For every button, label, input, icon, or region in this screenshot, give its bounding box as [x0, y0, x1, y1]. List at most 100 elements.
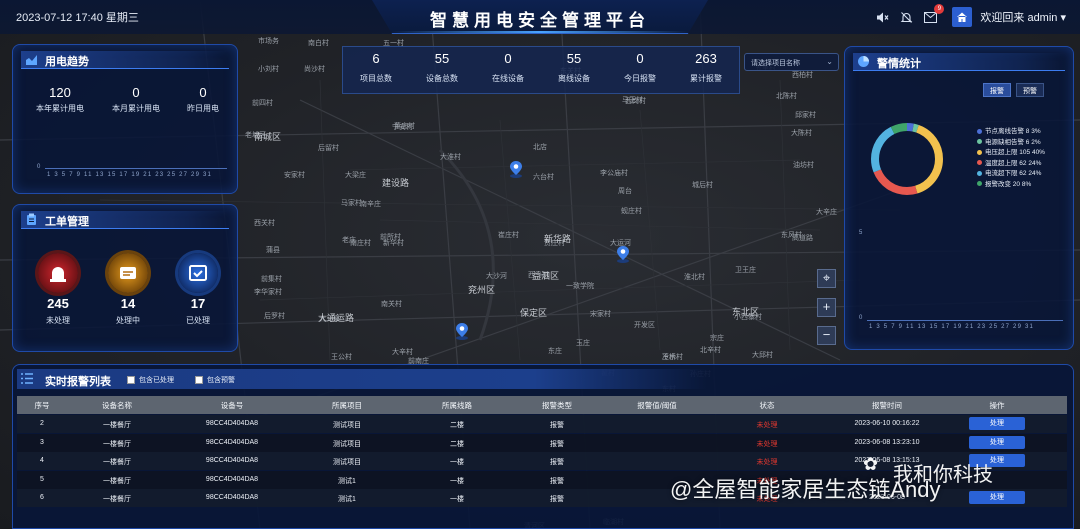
welcome-text: 欢迎回来 admin: [980, 12, 1058, 24]
clipboard-icon: [27, 213, 36, 225]
map-district-label: 建设路: [382, 179, 410, 189]
map-place-label: 东风村: [781, 231, 802, 239]
col-status: 状态: [759, 401, 775, 410]
user-menu[interactable]: 欢迎回来 admin ▾: [980, 9, 1066, 25]
cell-status: 未处理: [756, 459, 778, 466]
bell-off-icon[interactable]: [898, 9, 914, 25]
progress-icon: [120, 267, 136, 279]
cell-time: 2023-06-08 13:23:10: [854, 438, 920, 446]
map-place-label: 李公庙村: [600, 169, 628, 177]
month-usage-value: 0: [132, 85, 140, 100]
map-place-label: 王桥村: [662, 353, 683, 361]
cell-project: 测试项目: [333, 440, 361, 448]
cell-no: 6: [40, 494, 44, 501]
map-place-label: 淮北村: [684, 273, 705, 281]
legend-item[interactable]: 温度超上限 62 24%: [977, 157, 1041, 167]
home-icon: [957, 12, 968, 22]
cell-name: 一楼餐厅: [103, 440, 131, 448]
map-place-label: 大沙河: [486, 272, 507, 280]
map-place-label: 宗庄: [710, 334, 724, 342]
map-place-label: 王公村: [331, 353, 352, 361]
project-select[interactable]: 请选择项目名称 ⌄: [744, 53, 839, 71]
alarm-stats-header: 警情统计: [853, 53, 1065, 71]
map-pin-icon[interactable]: [509, 160, 523, 178]
cell-status: 未处理: [756, 440, 778, 448]
legend-item[interactable]: 电流超下限 62 24%: [977, 167, 1041, 177]
map-place-label: 尚沙村: [304, 65, 325, 73]
table-row[interactable]: 3 一楼餐厅 98CC4D404DA8 测试项目 二楼 报警 未处理 2023-06-08 1…: [17, 433, 1067, 452]
processed-button[interactable]: [178, 253, 218, 293]
title-banner: 智慧用电安全管理平台: [372, 0, 708, 34]
map-place-label: 马家村: [341, 199, 362, 207]
legend-item[interactable]: 报警改变 20 8%: [977, 178, 1031, 188]
include-processed-checkbox[interactable]: [127, 376, 135, 384]
cell-no: 4: [40, 457, 44, 464]
map-place-label: 南关村: [381, 300, 402, 308]
cell-line: 二楼: [450, 422, 464, 429]
col-alarm-type: 报警类型: [542, 401, 572, 410]
mail-icon[interactable]: 9: [922, 4, 945, 25]
pie-chart-icon: [858, 56, 869, 67]
toggle-warning[interactable]: 预警: [1016, 83, 1044, 97]
cell-time: 2023-06-10 00:16:22: [854, 420, 920, 427]
home-button[interactable]: [952, 7, 973, 27]
alarm-donut-chart[interactable]: [867, 119, 947, 199]
toggle-alarm[interactable]: 报警: [983, 83, 1011, 97]
map-place-label: 西关村: [254, 219, 275, 227]
process-button[interactable]: 处理: [969, 417, 1025, 430]
col-alarm-time: 报警时间: [872, 401, 902, 410]
table-row[interactable]: 2 一楼餐厅 98CC4D404DA8 测试项目 二楼 报警 未处理 2023-06-10 0…: [17, 415, 1067, 433]
cell-type: 报警: [550, 496, 564, 503]
map-place-label: 周台: [618, 187, 632, 195]
panel-title: 工单管理: [45, 216, 89, 228]
cell-no: 2: [40, 420, 44, 427]
cell-type: 报警: [550, 440, 564, 448]
notification-badge: 9: [934, 4, 945, 14]
calendar-check-icon: [189, 265, 207, 281]
map-place-label: 宁安村: [392, 123, 413, 131]
map-pin-icon[interactable]: [455, 322, 469, 340]
processing-button[interactable]: [108, 253, 148, 293]
map-place-label: 南辛庄: [360, 200, 381, 208]
map-place-label: 后留村: [318, 144, 339, 152]
yesterday-usage-value: 0: [199, 85, 207, 100]
processed-label: 已处理: [186, 316, 210, 325]
top-right-toolbar: 9 欢迎回来 admin ▾: [874, 0, 1080, 34]
map-place-label: 宋家村: [590, 310, 611, 318]
cell-status: 未处理: [756, 422, 778, 429]
map-place-label: 后罗村: [264, 312, 285, 320]
cell-line: 一楼: [450, 496, 464, 503]
cell-type: 报警: [550, 459, 564, 466]
legend-item[interactable]: 电源缺相告警 6 2%: [977, 136, 1041, 146]
x-axis-ticks: 1 3 5 7 9 11 13 15 17 19 21 23 25 27 29 …: [869, 324, 1035, 330]
stat-online-devices: 0 在线设备: [492, 51, 524, 83]
mute-icon[interactable]: [874, 9, 890, 25]
alarm-table-panel: 实时报警列表 包含已处理 包含预警 序号 设备名称 设备号 所属项目 所属线路 …: [12, 364, 1074, 529]
include-warning-checkbox[interactable]: [195, 376, 203, 384]
map-pin-icon[interactable]: [616, 245, 630, 263]
cell-name: 一楼餐厅: [103, 422, 131, 429]
panel-title: 警情统计: [877, 58, 921, 70]
panel-title: 用电趋势: [45, 56, 89, 68]
power-trend-header: 用电趋势: [21, 51, 229, 69]
yesterday-usage-label: 昨日用电: [187, 104, 219, 113]
cell-type: 报警: [550, 477, 564, 485]
power-trend-panel: 用电趋势 120 本年累计用电 0 本月累计用电 0 昨日用电 0 1 3 5 …: [12, 44, 238, 194]
process-button[interactable]: 处理: [969, 491, 1025, 504]
unprocessed-button[interactable]: [38, 253, 78, 293]
map-place-label: 南白村: [308, 39, 329, 47]
map-place-label: 玉庄: [576, 339, 590, 347]
cell-device: 98CC4D404DA8: [205, 494, 259, 501]
map-place-label: 开发区: [634, 321, 655, 329]
col-no: 序号: [34, 401, 50, 410]
map-place-label: 大陈村: [791, 129, 812, 137]
legend-item[interactable]: 电压超上限 105 40%: [977, 146, 1045, 156]
zoom-out-button[interactable]: −: [817, 326, 836, 345]
legend-label: 温度超上限 62 24%: [985, 159, 1042, 167]
y-axis-top: 5: [859, 230, 863, 236]
process-button[interactable]: 处理: [969, 435, 1025, 449]
legend-item[interactable]: 节点离线告警 8 3%: [977, 125, 1041, 135]
zoom-in-button[interactable]: +: [817, 298, 836, 317]
locate-button[interactable]: ⌖: [817, 269, 836, 288]
processing-count: 14: [120, 296, 136, 311]
